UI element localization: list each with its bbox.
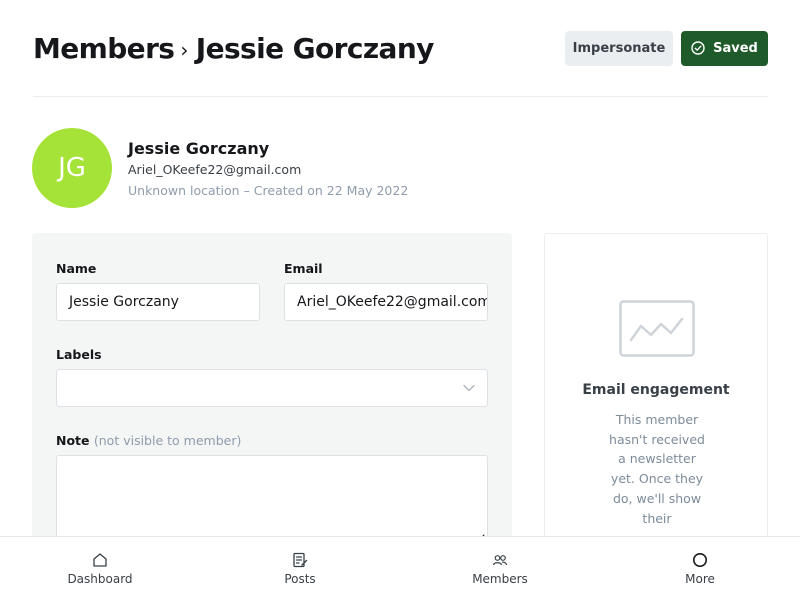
page-title: Members › Jessie Gorczany (33, 32, 434, 65)
nav-more[interactable]: More (600, 537, 800, 600)
member-form: Name Jessie Gorczany Email Ariel_OKeefe2… (32, 233, 512, 553)
name-input[interactable]: Jessie Gorczany (56, 283, 260, 321)
chart-icon (619, 300, 695, 357)
labels-label: Labels (56, 347, 102, 362)
header-actions: Impersonate Saved (565, 30, 768, 66)
note-label-text: Note (56, 433, 90, 448)
bottom-nav: Dashboard Posts Members More (0, 536, 800, 600)
saved-button[interactable]: Saved (681, 30, 768, 66)
saved-button-label: Saved (713, 40, 758, 56)
nav-more-label: More (685, 572, 715, 586)
nav-members-label: Members (472, 572, 528, 586)
profile-email: Ariel_OKeefe22@gmail.com (128, 161, 302, 177)
nav-posts[interactable]: Posts (200, 537, 400, 600)
members-icon (492, 551, 508, 569)
check-circle-icon (691, 41, 705, 55)
nav-dashboard[interactable]: Dashboard (0, 537, 200, 600)
profile-meta: Unknown location – Created on 22 May 202… (128, 182, 409, 198)
header-divider (33, 96, 768, 97)
email-input[interactable]: Ariel_OKeefe22@gmail.com (284, 283, 488, 321)
breadcrumb-separator: › (180, 38, 188, 62)
chevron-down-icon (463, 384, 475, 392)
member-title: Jessie Gorczany (195, 31, 435, 65)
note-label: Note (not visible to member) (56, 433, 241, 448)
profile-info: Jessie Gorczany Ariel_OKeefe22@gmail.com… (128, 139, 408, 198)
impersonate-button[interactable]: Impersonate (565, 30, 673, 66)
note-textarea[interactable] (56, 455, 488, 545)
nav-dashboard-label: Dashboard (67, 572, 133, 586)
nav-posts-label: Posts (284, 572, 316, 586)
email-label: Email (284, 261, 323, 276)
note-hint: (not visible to member) (93, 433, 242, 448)
labels-select[interactable] (56, 369, 488, 407)
member-profile: JG Jessie Gorczany Ariel_OKeefe22@gmail.… (32, 128, 408, 208)
nav-members[interactable]: Members (400, 537, 600, 600)
page-header: Members › Jessie Gorczany Impersonate Sa… (33, 28, 768, 68)
email-engagement-title: Email engagement (582, 382, 730, 398)
posts-icon (292, 551, 308, 569)
avatar: JG (32, 128, 112, 208)
profile-name: Jessie Gorczany (128, 138, 270, 158)
email-engagement-card: Email engagement This member hasn't rece… (544, 233, 768, 553)
email-engagement-text: This member hasn't received a newsletter… (609, 412, 705, 526)
breadcrumb-members-link[interactable]: Members (33, 32, 175, 65)
name-label: Name (56, 261, 97, 276)
more-icon (692, 551, 708, 569)
home-icon (92, 551, 108, 569)
